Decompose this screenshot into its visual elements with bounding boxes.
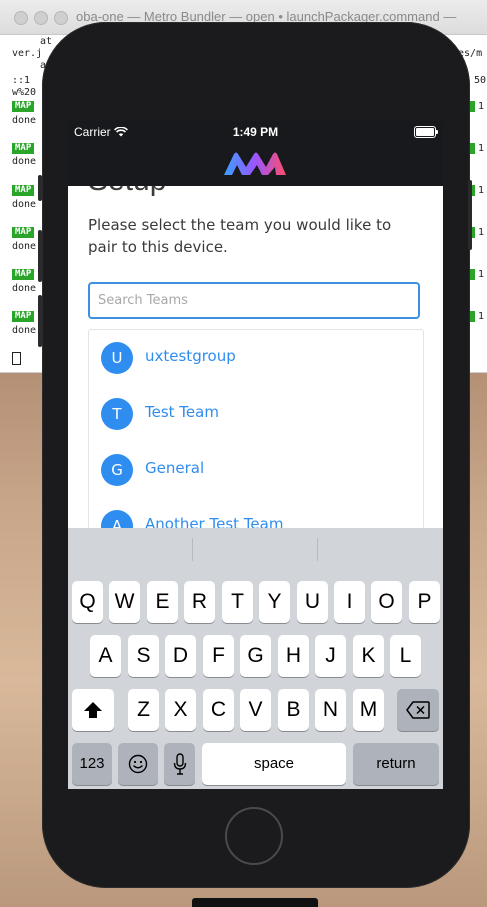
key-e[interactable]: E	[147, 581, 178, 623]
emoji-icon	[128, 754, 148, 774]
key-x[interactable]: X	[165, 689, 196, 731]
dock-edge	[192, 898, 318, 907]
count-text: 1	[478, 269, 485, 280]
map-badge: MAP	[12, 185, 35, 196]
team-item-another-test-team[interactable]: A Another Test Team	[89, 498, 423, 528]
divider	[192, 538, 193, 561]
map-badge: MAP	[12, 311, 35, 322]
key-a[interactable]: A	[90, 635, 121, 677]
team-name: uxtestgroup	[145, 347, 236, 365]
key-k[interactable]: K	[353, 635, 384, 677]
home-button[interactable]	[225, 807, 283, 865]
team-item-test-team[interactable]: T Test Team	[89, 386, 423, 442]
status-bar: Carrier 1:49 PM	[68, 121, 443, 143]
app-logo	[224, 152, 286, 175]
team-avatar: G	[101, 454, 133, 486]
team-avatar: T	[101, 398, 133, 430]
backspace-icon	[406, 701, 430, 719]
setup-view: Setup Please select the team you would l…	[68, 186, 443, 528]
terminal-line: ::1	[12, 75, 31, 86]
key-o[interactable]: O	[371, 581, 402, 623]
terminal-line: w%20	[12, 87, 37, 98]
divider	[317, 538, 318, 561]
count-text: 1	[478, 143, 485, 154]
key-h[interactable]: H	[278, 635, 309, 677]
team-avatar: U	[101, 342, 133, 374]
done-text: done	[12, 241, 37, 252]
done-text: done	[12, 156, 37, 167]
key-m[interactable]: M	[353, 689, 384, 731]
terminal-line: 50	[474, 75, 487, 86]
map-badge: MAP	[12, 227, 35, 238]
search-teams-input[interactable]	[88, 282, 420, 319]
mute-switch[interactable]	[38, 175, 42, 201]
count-text: 1	[478, 101, 485, 112]
instructions-text: Please select the team you would like to…	[88, 216, 392, 256]
key-t[interactable]: T	[222, 581, 253, 623]
numbers-key[interactable]: 123	[72, 743, 112, 785]
key-d[interactable]: D	[165, 635, 196, 677]
done-text: done	[12, 283, 37, 294]
key-p[interactable]: P	[409, 581, 440, 623]
map-badge: MAP	[12, 143, 35, 154]
terminal-line: at	[40, 36, 53, 47]
close-window-button[interactable]	[14, 11, 28, 25]
terminal-cursor	[12, 352, 21, 365]
power-button[interactable]	[468, 180, 472, 250]
count-text: 1	[478, 185, 485, 196]
key-y[interactable]: Y	[259, 581, 290, 623]
key-f[interactable]: F	[203, 635, 234, 677]
team-list: U uxtestgroup T Test Team G General A An…	[88, 329, 424, 528]
key-l[interactable]: L	[390, 635, 421, 677]
key-b[interactable]: B	[278, 689, 309, 731]
key-z[interactable]: Z	[128, 689, 159, 731]
team-item-uxtestgroup[interactable]: U uxtestgroup	[89, 330, 423, 386]
done-text: done	[12, 115, 37, 126]
key-s[interactable]: S	[128, 635, 159, 677]
team-name: Test Team	[145, 403, 219, 421]
terminal-line: ver.j	[12, 48, 43, 59]
zoom-window-button[interactable]	[54, 11, 68, 25]
map-badge: MAP	[12, 269, 35, 280]
volume-up-button[interactable]	[38, 230, 42, 282]
shift-key[interactable]	[72, 689, 114, 731]
key-w[interactable]: W	[109, 581, 140, 623]
key-u[interactable]: U	[297, 581, 328, 623]
dictation-key[interactable]	[164, 743, 195, 785]
clock: 1:49 PM	[232, 125, 279, 139]
team-item-general[interactable]: G General	[89, 442, 423, 498]
team-name: General	[145, 459, 205, 477]
key-n[interactable]: N	[315, 689, 346, 731]
key-q[interactable]: Q	[72, 581, 103, 623]
predictive-bar	[68, 528, 443, 572]
team-avatar: A	[101, 510, 133, 528]
key-g[interactable]: G	[240, 635, 271, 677]
backspace-key[interactable]	[397, 689, 439, 731]
done-text: done	[12, 199, 37, 210]
count-text: 1	[478, 227, 485, 238]
minimize-window-button[interactable]	[34, 11, 48, 25]
count-text: 1	[478, 311, 485, 322]
done-text: done	[12, 325, 37, 336]
team-name: Another Test Team	[145, 515, 284, 528]
key-i[interactable]: I	[334, 581, 365, 623]
key-v[interactable]: V	[240, 689, 271, 731]
page-title: Setup	[88, 186, 166, 198]
key-j[interactable]: J	[315, 635, 346, 677]
emoji-key[interactable]	[118, 743, 158, 785]
map-badge: MAP	[12, 101, 35, 112]
on-screen-keyboard: Q W E R T Y U I O P A S D F G H J K L Z …	[68, 528, 443, 789]
key-c[interactable]: C	[203, 689, 234, 731]
return-key[interactable]: return	[353, 743, 439, 785]
app-header	[68, 143, 443, 186]
volume-down-button[interactable]	[38, 295, 42, 347]
microphone-icon	[173, 753, 186, 775]
shift-icon	[84, 702, 102, 718]
battery-icon	[414, 126, 438, 138]
space-key[interactable]: space	[202, 743, 346, 785]
phone-screen: Carrier 1:49 PM Setup Please select the …	[68, 121, 443, 789]
key-r[interactable]: R	[184, 581, 215, 623]
